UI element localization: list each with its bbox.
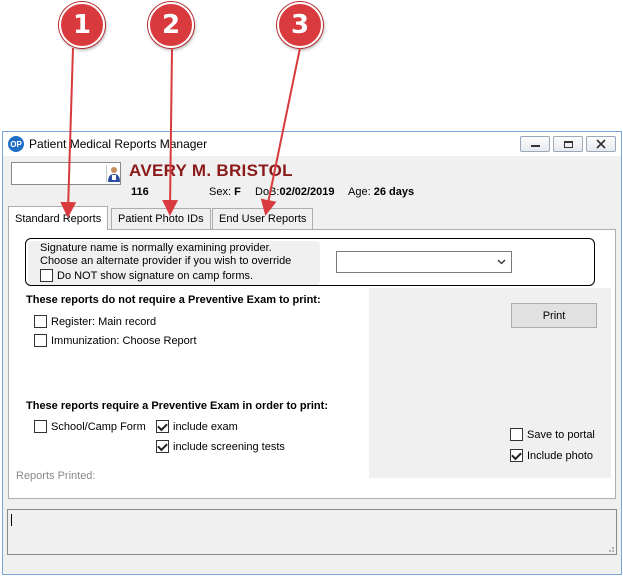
school-camp-form-check[interactable] [34, 420, 47, 433]
school-camp-form-checkbox[interactable]: School/Camp Form [34, 420, 146, 433]
reports-manager-window: OP Patient Medical Reports Manager AVERY… [2, 131, 622, 575]
save-to-portal-check[interactable] [510, 428, 523, 441]
print-button[interactable]: Print [511, 303, 597, 328]
resize-grip-icon[interactable] [606, 544, 614, 552]
no-signature-check[interactable] [40, 269, 53, 282]
register-main-record-label: Register: Main record [51, 315, 157, 328]
standard-reports-panel: Signature name is normally examining pro… [8, 229, 616, 499]
minimize-icon [530, 145, 540, 147]
include-photo-check[interactable] [510, 449, 523, 462]
log-textarea[interactable] [7, 509, 617, 555]
school-camp-form-label: School/Camp Form [51, 420, 146, 433]
maximize-button[interactable] [553, 136, 583, 152]
immunization-report-checkbox[interactable]: Immunization: Choose Report [34, 334, 197, 347]
no-signature-checkbox[interactable]: Do NOT show signature on camp forms. [40, 269, 253, 282]
maximize-icon [563, 140, 573, 148]
include-screening-checkbox[interactable]: include screening tests [156, 440, 285, 453]
signature-group: Signature name is normally examining pro… [25, 238, 595, 286]
include-screening-label: include screening tests [173, 440, 285, 453]
app-logo-icon: OP [8, 136, 24, 152]
include-screening-check[interactable] [156, 440, 169, 453]
immunization-report-label: Immunization: Choose Report [51, 334, 197, 347]
include-exam-checkbox[interactable]: include exam [156, 420, 238, 433]
save-to-portal-label: Save to portal [527, 428, 595, 441]
patient-person-icon [108, 167, 120, 182]
reports-printed-label: Reports Printed: [16, 470, 96, 482]
tab-patient-photo-ids-label: Patient Photo IDs [118, 213, 204, 225]
immunization-report-check[interactable] [34, 334, 47, 347]
title-bar[interactable]: OP Patient Medical Reports Manager [3, 132, 621, 156]
callout-badge-1: 1 [59, 2, 105, 48]
include-exam-check[interactable] [156, 420, 169, 433]
patient-lookup-button[interactable] [106, 165, 121, 182]
register-main-record-check[interactable] [34, 315, 47, 328]
signature-info-line2: Choose an alternate provider if you wish… [40, 255, 292, 267]
tab-end-user-reports[interactable]: End User Reports [212, 208, 314, 229]
close-icon [596, 139, 606, 149]
window-title: Patient Medical Reports Manager [29, 137, 208, 151]
include-photo-checkbox[interactable]: Include photo [510, 449, 593, 462]
print-actions-panel: Print Save to portal Include photo [369, 288, 611, 478]
patient-sex: Sex: F [209, 186, 241, 198]
patient-name: AVERY M. BRISTOL [129, 161, 293, 180]
minimize-button[interactable] [520, 136, 550, 152]
include-photo-label: Include photo [527, 449, 594, 462]
callout-badge-3: 3 [277, 2, 323, 48]
no-signature-label: Do NOT show signature on camp forms. [57, 269, 254, 282]
tab-patient-photo-ids[interactable]: Patient Photo IDs [111, 208, 211, 229]
patient-dob: DoB:02/02/2019 [255, 186, 335, 198]
register-main-record-checkbox[interactable]: Register: Main record [34, 315, 156, 328]
callout-badge-2: 2 [148, 2, 194, 48]
close-button[interactable] [586, 136, 616, 152]
chevron-down-icon [497, 259, 506, 265]
include-exam-label: include exam [173, 420, 238, 433]
tab-standard-reports[interactable]: Standard Reports [8, 206, 109, 230]
patient-number: 116 [131, 186, 149, 198]
signature-info-line1: Signature name is normally examining pro… [40, 242, 272, 254]
text-caret [11, 514, 12, 526]
tab-standard-reports-label: Standard Reports [15, 212, 102, 225]
save-to-portal-checkbox[interactable]: Save to portal [510, 428, 595, 441]
patient-search-input[interactable] [11, 162, 121, 185]
tab-end-user-reports-label: End User Reports [219, 213, 307, 225]
no-exam-section-title: These reports do not require a Preventiv… [26, 294, 321, 306]
alternate-provider-select[interactable] [336, 251, 512, 273]
patient-age: Age: 26 days [348, 186, 415, 198]
print-button-label: Print [542, 309, 566, 322]
exam-section-title: These reports require a Preventive Exam … [26, 400, 328, 412]
